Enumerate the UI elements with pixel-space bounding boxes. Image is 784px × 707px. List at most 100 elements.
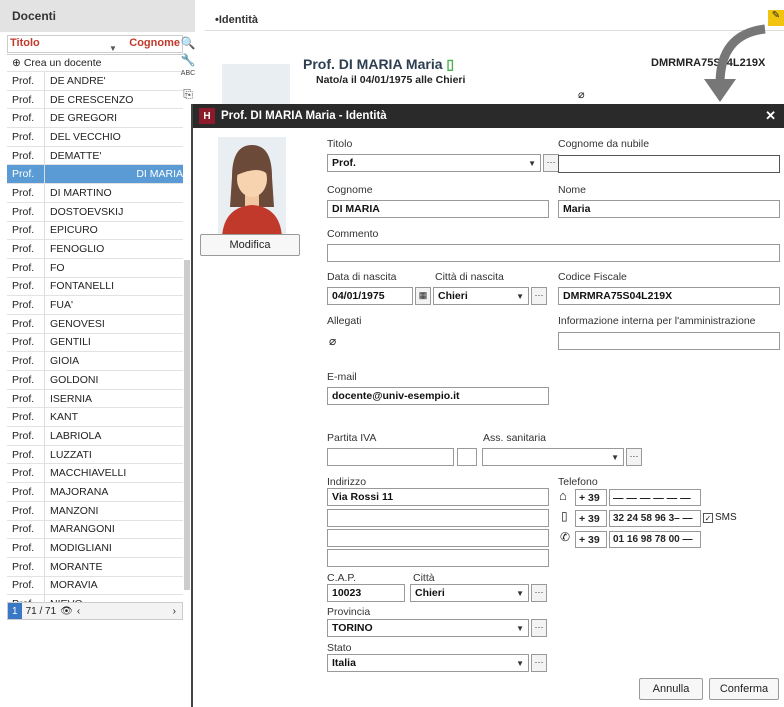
table-row[interactable]: Prof. MARANGONI [7, 520, 183, 540]
confirm-button[interactable]: Conferma [709, 678, 779, 700]
info-interna-input[interactable] [558, 332, 780, 350]
phone-prefix-home[interactable]: + 39 [575, 489, 607, 506]
titolo-select[interactable]: Prof. ▼ [327, 154, 541, 172]
record-count: 71 / 71 [25, 605, 57, 617]
table-row[interactable]: Prof. FENOGLIO [7, 240, 183, 259]
row-cognome: DOSTOEVSKIJ [50, 205, 124, 218]
row-titolo: Prof. [7, 389, 45, 408]
stato-select[interactable]: Italia ▼ [327, 654, 529, 672]
commento-label: Commento [327, 228, 379, 240]
cognome-input[interactable]: DI MARIA [327, 200, 549, 218]
table-row[interactable]: Prof. DE GREGORI [7, 109, 183, 129]
table-row[interactable]: Prof. DI MARIA [7, 165, 183, 185]
cognome-nubile-input[interactable] [558, 155, 780, 173]
table-row[interactable]: Prof. LUZZATI [7, 445, 183, 465]
table-row[interactable]: Prof. MODIGLIANI [7, 539, 183, 558]
table-row[interactable]: Prof. GIOIA [7, 352, 183, 371]
calendar-icon[interactable]: ▦ [415, 287, 431, 305]
scroll-left-icon[interactable]: ‹ [77, 606, 80, 617]
partita-iva-input[interactable] [327, 448, 454, 466]
table-row[interactable]: Prof. DI MARTINO [7, 184, 183, 203]
table-row[interactable]: Prof. DE ANDRE' [7, 72, 183, 91]
edit-icon[interactable]: ✎ [768, 10, 784, 26]
cancel-button[interactable]: Annulla [639, 678, 703, 700]
table-row[interactable]: Prof. EPICURO [7, 221, 183, 241]
modify-photo-button[interactable]: Modifica [200, 234, 300, 256]
create-teacher-row[interactable]: ⊕ Crea un docente [7, 55, 183, 72]
table-row[interactable]: Prof. DEMATTE' [7, 146, 183, 166]
email-input[interactable]: docente@univ-esempio.it [327, 387, 549, 405]
table-row[interactable]: Prof. DOSTOEVSKIJ [7, 202, 183, 222]
partita-iva-check-input[interactable] [457, 448, 477, 466]
phone-prefix-office[interactable]: + 39 [575, 531, 607, 548]
citta-nascita-more-button[interactable]: ··· [531, 287, 547, 305]
bg-avatar [222, 64, 290, 106]
phone-number-home[interactable]: — — — — — — [609, 489, 701, 506]
row-cognome: DE GREGORI [50, 112, 118, 125]
table-row[interactable]: Prof. MORANTE [7, 557, 183, 577]
table-row[interactable]: Prof. GOLDONI [7, 371, 183, 390]
provincia-select[interactable]: TORINO ▼ [327, 619, 529, 637]
phone-prefix-mobile[interactable]: + 39 [575, 510, 607, 527]
list-scrollbar[interactable] [184, 260, 190, 590]
citta-nascita-select[interactable]: Chieri ▼ [433, 287, 529, 305]
column-cognome[interactable]: Cognome [129, 37, 180, 49]
nome-input[interactable]: Maria [558, 200, 780, 218]
sms-checkbox[interactable]: ✓ SMS [703, 512, 737, 523]
table-row[interactable]: Prof. MACCHIAVELLI [7, 464, 183, 484]
table-row[interactable]: Prof. GENTILI [7, 333, 183, 353]
row-titolo: Prof. [7, 165, 45, 184]
data-nascita-input[interactable]: 04/01/1975 [327, 287, 413, 305]
row-cognome: MACCHIAVELLI [50, 467, 127, 480]
table-row[interactable]: Prof. FO [7, 258, 183, 278]
row-cognome: LUZZATI [50, 448, 92, 461]
indirizzo-line-3[interactable] [327, 529, 549, 547]
row-titolo: Prof. [7, 109, 45, 128]
spellcheck-icon[interactable]: ABC [180, 70, 196, 87]
row-titolo: Prof. [7, 146, 45, 165]
wrench-icon[interactable]: 🔧 [180, 53, 196, 70]
table-row[interactable]: Prof. DEL VECCHIO [7, 128, 183, 147]
stato-label: Stato [327, 642, 352, 654]
ass-sanitaria-more-button[interactable]: ··· [626, 448, 642, 466]
row-cognome: KANT [50, 411, 79, 424]
column-header[interactable]: Titolo ▼ Cognome [7, 35, 183, 53]
table-row[interactable]: Prof. ISERNIA [7, 389, 183, 409]
row-titolo: Prof. [7, 576, 45, 595]
teacher-list-panel: Docenti Titolo ▼ Cognome ⊕ Crea un docent… [0, 0, 195, 630]
row-titolo: Prof. [7, 520, 45, 539]
table-row[interactable]: Prof. KANT [7, 408, 183, 428]
phone-number-mobile[interactable]: 32 24 58 96 3– — [609, 510, 701, 527]
table-row[interactable]: Prof. MAJORANA [7, 483, 183, 502]
eye-icon[interactable]: 👁 [60, 606, 73, 617]
close-icon[interactable]: ✕ [765, 108, 776, 124]
indirizzo-line-2[interactable] [327, 509, 549, 527]
list-footer: 1 71 / 71 👁 ‹ › [7, 602, 183, 620]
titolo-more-button[interactable]: ··· [543, 154, 559, 172]
ass-sanitaria-select[interactable]: ▼ [482, 448, 624, 466]
table-row[interactable]: Prof. GENOVESI [7, 314, 183, 334]
citta-more-button[interactable]: ··· [531, 584, 547, 602]
scroll-right-icon[interactable]: › [173, 606, 176, 617]
phone-number-office[interactable]: 01 16 98 78 00 — [609, 531, 701, 548]
page-number[interactable]: 1 [8, 603, 22, 619]
table-row[interactable]: Prof. MANZONI [7, 501, 183, 521]
table-row[interactable]: Prof. DE CRESCENZO [7, 90, 183, 110]
cap-input[interactable]: 10023 [327, 584, 405, 602]
table-row[interactable]: Prof. LABRIOLA [7, 427, 183, 446]
row-cognome: EPICURO [50, 224, 98, 237]
indirizzo-line-4[interactable] [327, 549, 549, 567]
table-row[interactable]: Prof. FONTANELLI [7, 277, 183, 297]
provincia-more-button[interactable]: ··· [531, 619, 547, 637]
indirizzo-line-1[interactable]: Via Rossi 11 [327, 488, 549, 506]
stato-more-button[interactable]: ··· [531, 654, 547, 672]
column-titolo[interactable]: Titolo [10, 37, 40, 49]
codice-fiscale-input[interactable]: DMRMRA75S04L219X [558, 287, 780, 305]
commento-input[interactable] [327, 244, 780, 262]
table-row[interactable]: Prof. MORAVIA [7, 576, 183, 596]
search-icon[interactable]: 🔍 [180, 36, 196, 53]
attachment-icon[interactable]: ⌀ [329, 334, 336, 348]
citta-select[interactable]: Chieri ▼ [410, 584, 529, 602]
copy-icon[interactable]: ⎘ [180, 87, 196, 104]
table-row[interactable]: Prof. FUA' [7, 296, 183, 315]
